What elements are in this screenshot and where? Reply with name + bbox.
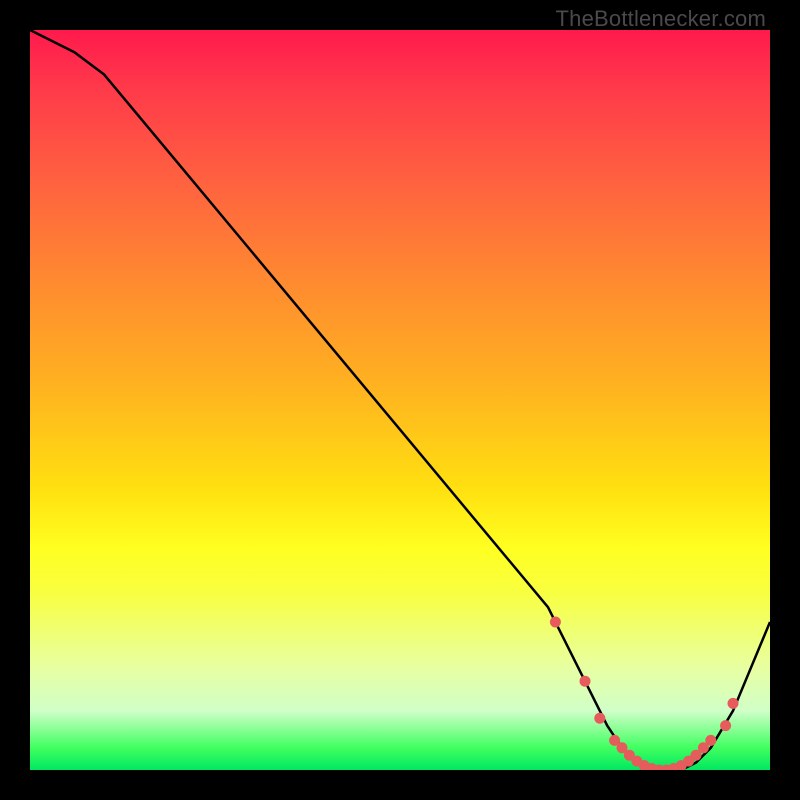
data-point (624, 750, 635, 761)
data-point (661, 765, 672, 771)
chart-frame: TheBottlenecker.com (0, 0, 800, 800)
data-point (617, 742, 628, 753)
bottleneck-curve (30, 30, 770, 770)
data-point (550, 617, 561, 628)
data-point (654, 765, 665, 771)
data-point (631, 756, 642, 767)
data-point (698, 742, 709, 753)
plot-area (30, 30, 770, 770)
data-point (676, 760, 687, 770)
data-point (683, 756, 694, 767)
data-point (639, 760, 650, 770)
data-point (705, 735, 716, 746)
data-point (646, 763, 657, 770)
watermark-text: TheBottlenecker.com (556, 6, 766, 32)
data-point (728, 698, 739, 709)
data-point (720, 720, 731, 731)
chart-svg (30, 30, 770, 770)
data-point (668, 763, 679, 770)
marker-group (550, 617, 739, 771)
data-point (691, 750, 702, 761)
data-point (609, 735, 620, 746)
data-point (580, 676, 591, 687)
data-point (594, 713, 605, 724)
